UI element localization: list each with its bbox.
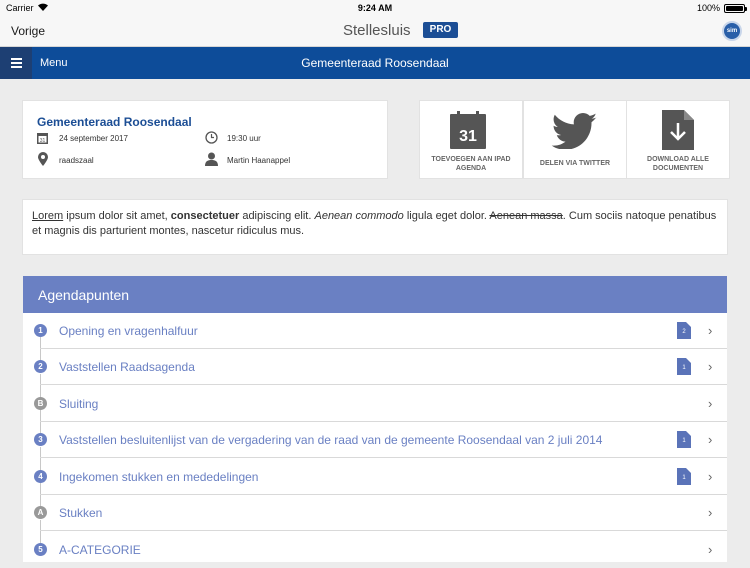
chevron-right-icon: › — [708, 542, 713, 557]
clock-icon — [205, 131, 218, 144]
document-count-icon[interactable]: 1 — [677, 468, 691, 485]
battery-icon — [724, 4, 747, 13]
document-count-icon[interactable]: 1 — [677, 358, 691, 375]
calendar-small-icon: 31 — [37, 133, 48, 144]
agenda-item-number: 4 — [34, 470, 47, 483]
twitter-icon — [551, 113, 597, 149]
chevron-right-icon: › — [708, 359, 713, 374]
battery-percent: 100% — [696, 3, 720, 13]
svg-text:31: 31 — [40, 138, 46, 144]
status-bar: Carrier 9:24 AM 100% — [0, 0, 750, 16]
meeting-time: 19:30 uur — [227, 134, 261, 143]
agenda-item-number: 1 — [34, 324, 47, 337]
description-bold: consectetuer — [170, 210, 240, 222]
meeting-title: Gemeenteraad Roosendaal — [37, 115, 192, 129]
document-count-icon[interactable]: 2 — [677, 322, 691, 339]
chevron-right-icon: › — [708, 396, 713, 411]
chevron-right-icon: › — [708, 323, 713, 338]
meeting-description: Lorem ipsum dolor sit amet, consectetuer… — [23, 200, 727, 254]
agenda-item[interactable]: 1 Opening en vragenhalfuur 2 › — [23, 313, 727, 349]
share-twitter-button[interactable]: DELEN VIA TWITTER — [524, 101, 626, 178]
description-underlined: Lorem — [32, 210, 64, 222]
calendar-icon: 31 — [450, 111, 486, 149]
person-icon — [205, 152, 218, 166]
agenda-item[interactable]: 3 Vaststellen besluitenlijst van de verg… — [23, 422, 727, 458]
download-all-label: DOWNLOAD ALLE DOCUMENTEN — [647, 156, 709, 172]
download-all-button[interactable]: DOWNLOAD ALLE DOCUMENTEN — [627, 101, 729, 178]
agenda-item-number: A — [34, 506, 47, 519]
agenda-item[interactable]: 2 Vaststellen Raadsagenda 1 › — [23, 349, 727, 385]
agenda-list: 1 Opening en vragenhalfuur 2 › 2 Vastste… — [23, 313, 727, 562]
chevron-right-icon: › — [708, 469, 713, 484]
agenda-item-label: A-CATEGORIE — [59, 543, 141, 557]
meeting-person: Martin Haanappel — [227, 156, 291, 165]
location-pin-icon — [38, 152, 48, 166]
pro-badge: PRO — [423, 22, 458, 38]
add-to-calendar-button[interactable]: 31 TOEVOEGEN AAN IPAD AGENDA — [420, 101, 522, 178]
description-strikethrough: Aenean massa — [489, 210, 563, 222]
calendar-day-number: 31 — [459, 128, 477, 145]
agenda-item-label: Sluiting — [59, 397, 99, 411]
app-title: Stellesluis — [343, 22, 411, 39]
agenda-item-number: 3 — [34, 433, 47, 446]
document-count-icon[interactable]: 1 — [677, 431, 691, 448]
share-twitter-label: DELEN VIA TWITTER — [539, 160, 611, 167]
page-header: Menu Gemeenteraad Roosendaal — [0, 47, 750, 79]
agenda-item[interactable]: 5 A-CATEGORIE › — [23, 532, 727, 568]
agenda-header: Agendapunten — [23, 276, 727, 313]
agenda-item-label: Stukken — [59, 506, 103, 520]
agenda-item-number: B — [34, 397, 47, 410]
description-text-1: ipsum dolor sit amet, — [63, 210, 171, 222]
description-italic: Aenean commodo — [314, 210, 404, 222]
agenda-item[interactable]: B Sluiting › — [23, 386, 727, 422]
agenda-item-number: 2 — [34, 360, 47, 373]
download-document-icon — [662, 110, 694, 150]
page-title: Gemeenteraad Roosendaal — [301, 56, 449, 70]
agenda-item-number: 5 — [34, 543, 47, 556]
meeting-location: raadszaal — [59, 156, 94, 165]
clock: 9:24 AM — [357, 3, 393, 13]
back-button[interactable]: Vorige — [11, 24, 45, 38]
navigation-bar: Vorige Stellesluis PRO sim — [0, 16, 750, 47]
agenda-item-label: Vaststellen besluitenlijst van de vergad… — [59, 433, 603, 447]
agenda-item-label: Opening en vragenhalfuur — [59, 324, 198, 338]
agenda-item[interactable]: 4 Ingekomen stukken en mededelingen 1 › — [23, 459, 727, 495]
description-text-2: adipiscing elit. — [239, 210, 315, 222]
description-text-3: ligula eget dolor. — [403, 210, 490, 222]
chevron-right-icon: › — [708, 505, 713, 520]
chevron-right-icon: › — [708, 432, 713, 447]
add-to-calendar-label: TOEVOEGEN AAN IPAD AGENDA — [431, 156, 511, 172]
agenda-item[interactable]: A Stukken › — [23, 495, 727, 531]
meeting-date: 24 september 2017 — [59, 134, 128, 143]
agenda-item-label: Ingekomen stukken en mededelingen — [59, 470, 259, 484]
agenda-item-label: Vaststellen Raadsagenda — [59, 360, 195, 374]
sim-logo[interactable]: sim — [722, 21, 742, 41]
meeting-info-card: Gemeenteraad Roosendaal 31 24 september … — [23, 101, 387, 178]
